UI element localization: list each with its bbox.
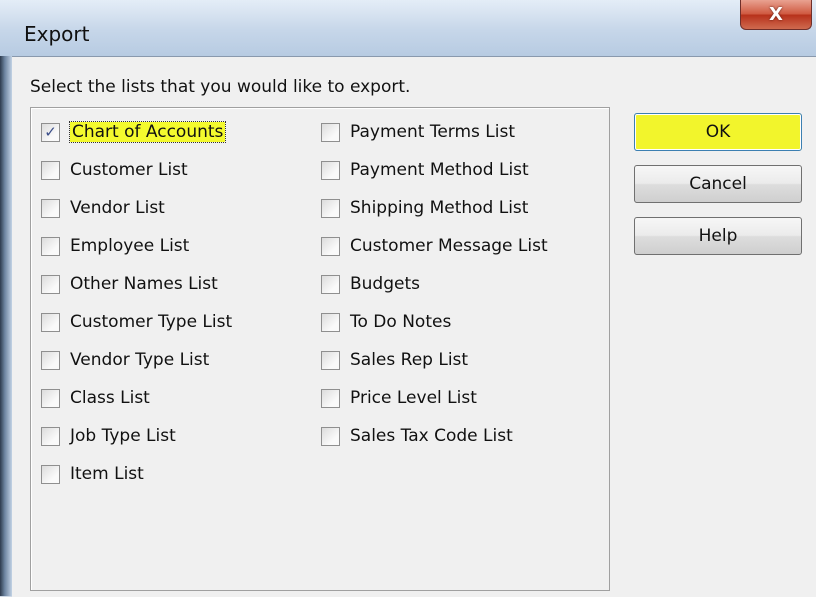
dialog-body: Select the lists that you would like to … [12, 56, 816, 597]
checkbox[interactable] [41, 426, 60, 446]
item-label: Customer Message List [350, 236, 548, 256]
checkbox[interactable] [41, 236, 60, 256]
list-item-customer-message-list[interactable]: Customer Message List [321, 232, 548, 260]
ok-button[interactable]: OK [634, 113, 802, 151]
item-label: Item List [70, 464, 144, 484]
list-item-budgets[interactable]: Budgets [321, 270, 420, 298]
list-item-customer-type-list[interactable]: Customer Type List [41, 308, 232, 336]
cancel-button[interactable]: Cancel [634, 165, 802, 203]
checkbox[interactable] [321, 350, 340, 370]
list-item-other-names-list[interactable]: Other Names List [41, 270, 218, 298]
item-label: Employee List [70, 236, 190, 256]
list-item-job-type-list[interactable]: Job Type List [41, 422, 176, 450]
checkbox[interactable]: ✓ [41, 122, 60, 142]
checkbox[interactable] [41, 274, 60, 294]
item-label: Vendor Type List [70, 350, 210, 370]
checkbox[interactable] [321, 122, 340, 142]
list-item-vendor-list[interactable]: Vendor List [41, 194, 165, 222]
list-item-sales-tax-code-list[interactable]: Sales Tax Code List [321, 422, 513, 450]
instruction-text: Select the lists that you would like to … [30, 77, 411, 97]
checkbox[interactable] [321, 198, 340, 218]
close-icon: X [769, 4, 783, 25]
list-item-sales-rep-list[interactable]: Sales Rep List [321, 346, 468, 374]
item-label: Customer List [70, 160, 188, 180]
list-item-payment-terms-list[interactable]: Payment Terms List [321, 118, 515, 146]
list-item-shipping-method-list[interactable]: Shipping Method List [321, 194, 528, 222]
item-label: Other Names List [70, 274, 218, 294]
window-title: Export [24, 22, 90, 46]
check-icon: ✓ [44, 122, 57, 141]
checkbox[interactable] [41, 198, 60, 218]
checkbox[interactable] [41, 312, 60, 332]
checkbox[interactable] [321, 388, 340, 408]
export-list-box: ✓ Chart of Accounts Customer List Vendor… [30, 107, 610, 591]
list-item-customer-list[interactable]: Customer List [41, 156, 188, 184]
checkbox[interactable] [41, 350, 60, 370]
item-label: Payment Method List [350, 160, 529, 180]
list-item-class-list[interactable]: Class List [41, 384, 150, 412]
item-label: Budgets [350, 274, 421, 294]
item-label: Customer Type List [70, 312, 233, 332]
list-item-item-list[interactable]: Item List [41, 460, 144, 488]
item-label: Sales Rep List [350, 350, 469, 370]
item-label: To Do Notes [350, 312, 452, 332]
checkbox[interactable] [321, 160, 340, 180]
item-label: Price Level List [350, 388, 477, 408]
checkbox[interactable] [321, 274, 340, 294]
list-item-to-do-notes[interactable]: To Do Notes [321, 308, 451, 336]
checkbox[interactable] [41, 160, 60, 180]
item-label: Chart of Accounts [68, 121, 227, 143]
checkbox[interactable] [41, 464, 60, 484]
list-item-vendor-type-list[interactable]: Vendor Type List [41, 346, 209, 374]
item-label: Vendor List [70, 198, 165, 218]
title-bar[interactable]: Export X [0, 0, 816, 56]
item-label: Shipping Method List [350, 198, 529, 218]
list-item-price-level-list[interactable]: Price Level List [321, 384, 477, 412]
item-label: Job Type List [70, 426, 176, 446]
list-item-payment-method-list[interactable]: Payment Method List [321, 156, 529, 184]
checkbox[interactable] [321, 426, 340, 446]
item-label: Payment Terms List [350, 122, 516, 142]
checkbox[interactable] [321, 312, 340, 332]
close-button[interactable]: X [740, 0, 812, 30]
item-label: Sales Tax Code List [350, 426, 513, 446]
item-label: Class List [70, 388, 150, 408]
list-item-employee-list[interactable]: Employee List [41, 232, 189, 260]
list-item-chart-of-accounts[interactable]: ✓ Chart of Accounts [41, 118, 227, 146]
checkbox[interactable] [321, 236, 340, 256]
window-frame-left [0, 56, 12, 596]
help-button[interactable]: Help [634, 217, 802, 255]
checkbox[interactable] [41, 388, 60, 408]
